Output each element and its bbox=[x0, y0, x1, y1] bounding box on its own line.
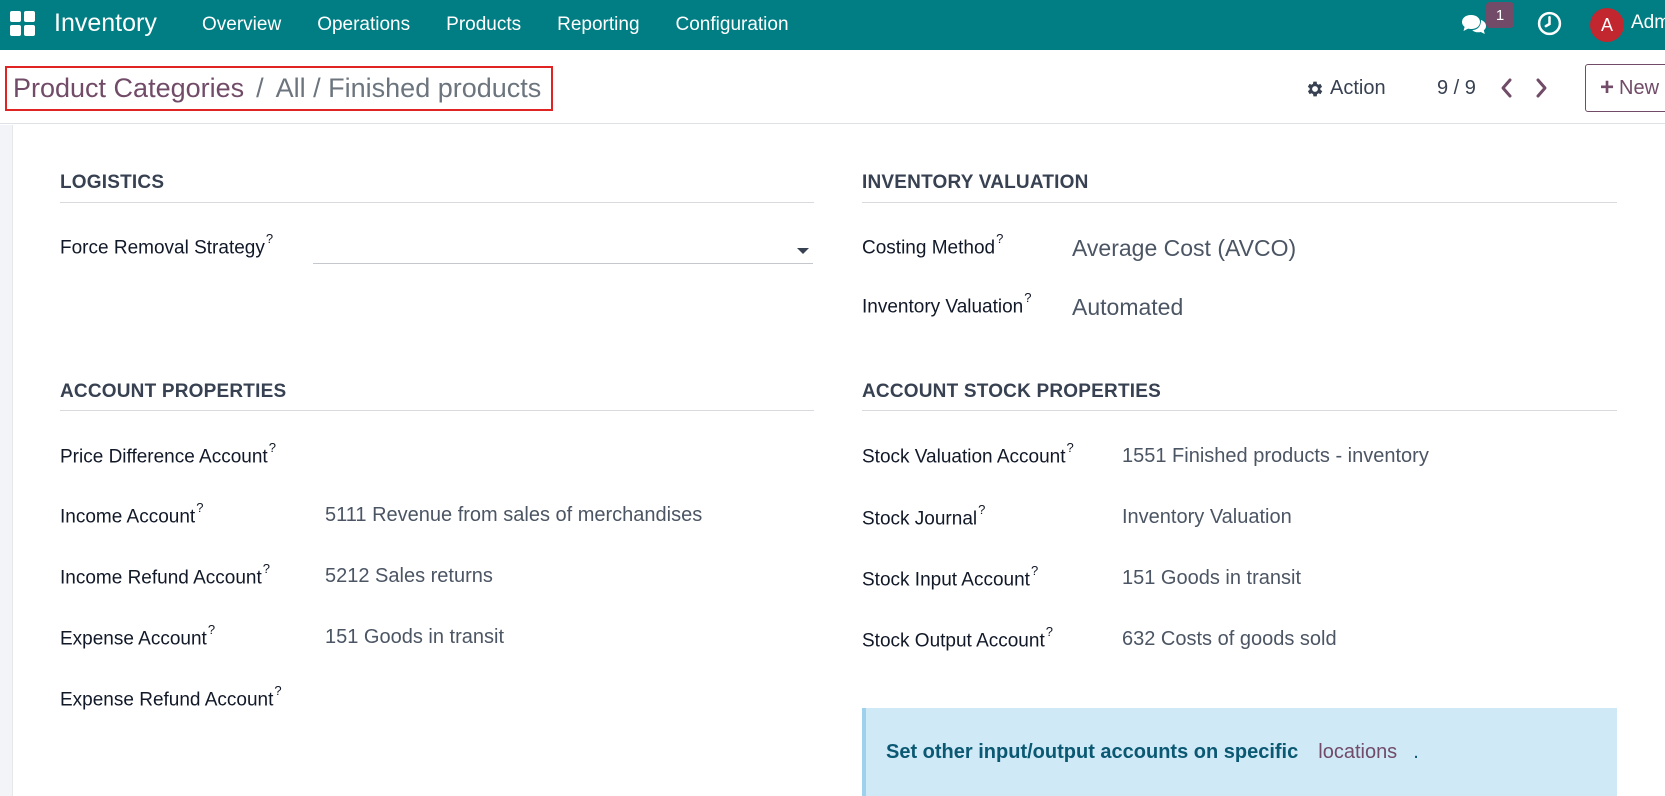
help-icon[interactable]: ? bbox=[1024, 290, 1031, 305]
menu-products[interactable]: Products bbox=[446, 14, 521, 36]
help-icon[interactable]: ? bbox=[263, 561, 270, 576]
stock-input-account-value[interactable]: 151 Goods in transit bbox=[1122, 567, 1301, 590]
stock-journal-label: Stock Journal? bbox=[862, 502, 986, 530]
menu-operations[interactable]: Operations bbox=[317, 14, 410, 36]
breadcrumb: Product Categories / All / Finished prod… bbox=[5, 66, 553, 111]
expense-account-value[interactable]: 151 Goods in transit bbox=[325, 626, 504, 649]
account-properties-divider bbox=[60, 410, 814, 411]
help-icon[interactable]: ? bbox=[1031, 563, 1038, 578]
chat-icon[interactable] bbox=[1461, 12, 1487, 36]
main-menu: Overview Operations Products Reporting C… bbox=[202, 0, 825, 50]
action-label: Action bbox=[1330, 77, 1386, 99]
help-icon[interactable]: ? bbox=[274, 683, 281, 698]
chevron-left-icon[interactable] bbox=[1497, 76, 1517, 100]
costing-method-label: Costing Method? bbox=[862, 231, 1004, 259]
caret-down-icon bbox=[797, 248, 809, 254]
stock-input-account-label: Stock Input Account? bbox=[862, 563, 1039, 591]
help-icon[interactable]: ? bbox=[196, 500, 203, 515]
user-name[interactable]: Adm bbox=[1631, 12, 1665, 34]
stock-output-account-label: Stock Output Account? bbox=[862, 624, 1053, 652]
help-icon[interactable]: ? bbox=[1046, 624, 1053, 639]
inventory-valuation-title: INVENTORY VALUATION bbox=[862, 172, 1089, 193]
expense-refund-account-label: Expense Refund Account? bbox=[60, 683, 282, 711]
plus-icon: + bbox=[1600, 74, 1615, 101]
income-refund-account-value[interactable]: 5212 Sales returns bbox=[325, 565, 493, 588]
stock-valuation-account-label: Stock Valuation Account? bbox=[862, 440, 1074, 468]
account-properties-title: ACCOUNT PROPERTIES bbox=[60, 381, 287, 402]
chevron-right-icon[interactable] bbox=[1531, 76, 1551, 100]
alert-suffix: . bbox=[1413, 740, 1419, 763]
gear-icon bbox=[1307, 81, 1323, 96]
income-refund-account-label: Income Refund Account? bbox=[60, 561, 270, 589]
breadcrumb-separator: / bbox=[256, 73, 264, 103]
help-icon[interactable]: ? bbox=[1067, 440, 1074, 455]
inventory-valuation-divider bbox=[862, 202, 1617, 203]
menu-configuration[interactable]: Configuration bbox=[676, 14, 789, 36]
logistics-divider bbox=[60, 202, 814, 203]
force-removal-label: Force Removal Strategy? bbox=[60, 231, 274, 259]
breadcrumb-product-categories[interactable]: Product Categories bbox=[13, 73, 244, 104]
help-icon[interactable]: ? bbox=[996, 231, 1003, 246]
costing-method-value[interactable]: Average Cost (AVCO) bbox=[1072, 235, 1296, 262]
menu-overview[interactable]: Overview bbox=[202, 14, 281, 36]
info-alert: Set other input/output accounts on speci… bbox=[862, 708, 1617, 796]
app-name[interactable]: Inventory bbox=[54, 9, 157, 38]
stock-journal-value[interactable]: Inventory Valuation bbox=[1122, 506, 1292, 529]
account-stock-properties-title: ACCOUNT STOCK PROPERTIES bbox=[862, 381, 1161, 402]
help-icon[interactable]: ? bbox=[269, 440, 276, 455]
stock-valuation-account-value[interactable]: 1551 Finished products - inventory bbox=[1122, 445, 1429, 468]
alert-text: Set other input/output accounts on speci… bbox=[886, 740, 1299, 763]
stock-output-account-value[interactable]: 632 Costs of goods sold bbox=[1122, 628, 1337, 651]
apps-menu-icon[interactable] bbox=[10, 11, 38, 39]
income-account-label: Income Account? bbox=[60, 500, 204, 528]
message-count-badge: 1 bbox=[1486, 2, 1514, 28]
top-navbar: Inventory Overview Operations Products R… bbox=[0, 0, 1665, 50]
locations-link[interactable]: locations bbox=[1318, 741, 1397, 764]
help-icon[interactable]: ? bbox=[978, 502, 985, 517]
inventory-valuation-value[interactable]: Automated bbox=[1072, 294, 1183, 321]
user-avatar[interactable]: A bbox=[1590, 8, 1624, 42]
activity-clock-icon[interactable] bbox=[1537, 11, 1562, 36]
pager-value[interactable]: 9 / 9 bbox=[1437, 77, 1476, 100]
menu-reporting[interactable]: Reporting bbox=[557, 14, 639, 36]
breadcrumb-current-record: All / Finished products bbox=[275, 73, 542, 103]
help-icon[interactable]: ? bbox=[266, 231, 273, 246]
price-difference-account-label: Price Difference Account? bbox=[60, 440, 276, 468]
help-icon[interactable]: ? bbox=[208, 622, 215, 637]
logistics-title: LOGISTICS bbox=[60, 172, 165, 193]
expense-account-label: Expense Account? bbox=[60, 622, 216, 650]
new-button[interactable]: + New bbox=[1585, 64, 1665, 112]
action-menu-button[interactable]: Action bbox=[1305, 77, 1386, 100]
inventory-valuation-label: Inventory Valuation? bbox=[862, 290, 1032, 318]
new-label: New bbox=[1619, 76, 1660, 99]
force-removal-select[interactable] bbox=[313, 236, 813, 264]
control-panel: Product Categories / All / Finished prod… bbox=[0, 50, 1665, 124]
account-stock-properties-divider bbox=[862, 410, 1617, 411]
income-account-value[interactable]: 5111 Revenue from sales of merchandises bbox=[325, 504, 702, 527]
